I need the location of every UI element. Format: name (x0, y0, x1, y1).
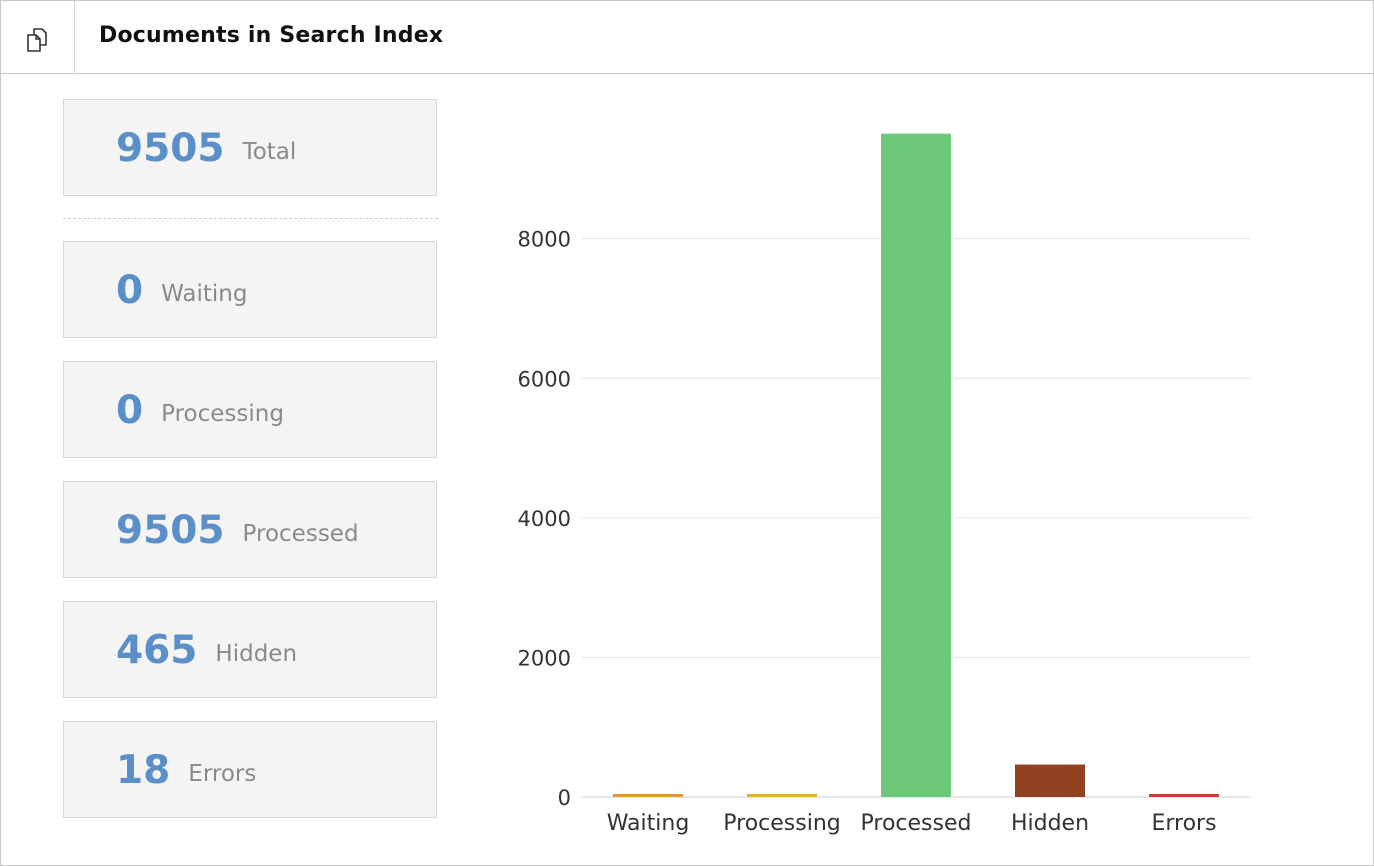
stat-processed-label: Processed (242, 521, 359, 547)
bar-errors (1149, 794, 1219, 797)
stat-processing: 0 Processing (63, 361, 437, 458)
stat-total: 9505 Total (63, 99, 437, 196)
y-tick-label: 8000 (518, 228, 571, 252)
stat-errors: 18 Errors (63, 721, 437, 818)
bar-processed (881, 133, 951, 798)
stat-waiting-value: 0 (116, 268, 144, 313)
x-tick-label: Hidden (1011, 811, 1089, 836)
stat-waiting: 0 Waiting (63, 241, 437, 338)
y-tick-label: 0 (558, 786, 571, 810)
stat-total-value: 9505 (116, 126, 225, 171)
panel-header: Documents in Search Index (1, 1, 1373, 74)
stat-hidden: 465 Hidden (63, 601, 437, 698)
stat-waiting-label: Waiting (161, 281, 248, 307)
bar-hidden (1015, 764, 1085, 797)
panel-title: Documents in Search Index (99, 23, 444, 48)
stat-processed-value: 9505 (116, 508, 225, 553)
x-tick-label: Processed (861, 811, 972, 836)
y-tick-label: 6000 (518, 367, 571, 391)
stat-errors-value: 18 (116, 748, 171, 793)
stat-processed: 9505 Processed (63, 481, 437, 578)
header-icon-cell[interactable] (1, 1, 75, 73)
y-tick-label: 4000 (518, 507, 571, 531)
documents-bar-chart: 0 2000 4000 6000 8000 Waiting Processing Proces… (518, 133, 1251, 836)
stat-hidden-value: 465 (116, 628, 198, 673)
stat-total-label: Total (242, 139, 297, 165)
stats-divider (63, 218, 438, 219)
x-tick-label: Errors (1151, 811, 1216, 836)
documents-panel: Documents in Search Index 9505 Total 0 Wai… (0, 0, 1374, 866)
stat-hidden-label: Hidden (215, 641, 298, 667)
documents-icon (27, 28, 47, 52)
x-tick-label: Processing (723, 811, 840, 836)
bar-waiting (613, 794, 683, 797)
stat-errors-label: Errors (188, 761, 257, 787)
stat-processing-label: Processing (161, 401, 284, 427)
bar-processing (747, 794, 817, 797)
y-tick-label: 2000 (518, 646, 571, 670)
stat-processing-value: 0 (116, 388, 144, 433)
x-tick-label: Waiting (607, 811, 690, 836)
